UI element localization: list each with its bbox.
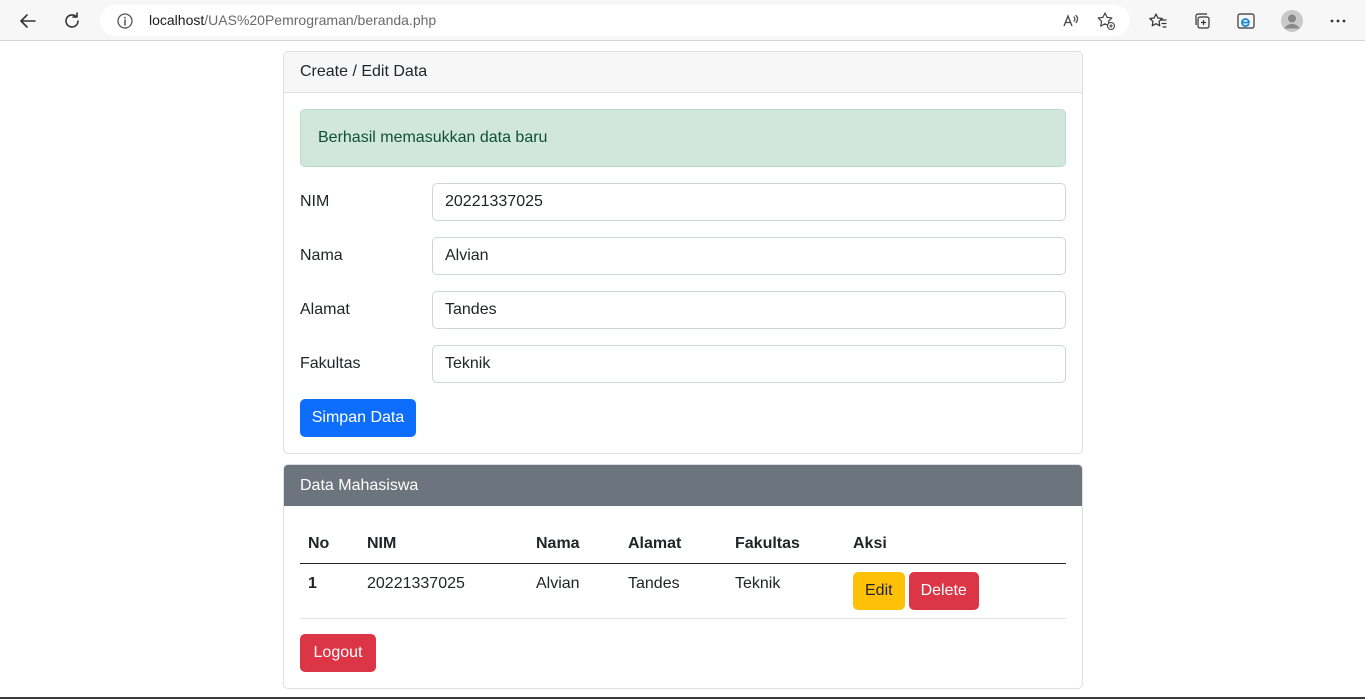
nim-input[interactable] (432, 183, 1066, 221)
cell-nim: 20221337025 (359, 563, 528, 619)
back-icon[interactable] (14, 7, 42, 35)
edit-button[interactable]: Edit (853, 571, 905, 610)
alamat-label: Alamat (300, 301, 350, 318)
delete-button[interactable]: Delete (908, 571, 979, 610)
alamat-input[interactable] (432, 291, 1066, 329)
internet-explorer-mode-icon[interactable] (1234, 9, 1258, 33)
column-header-fakultas: Fakultas (727, 526, 845, 564)
data-mahasiswa-header: Data Mahasiswa (284, 465, 1082, 506)
nim-label: NIM (300, 193, 330, 210)
fakultas-row: Fakultas (300, 345, 1066, 383)
url-host: localhost (149, 12, 205, 28)
table-header-row: No NIM Nama Alamat Fakultas Aksi (300, 526, 1066, 564)
mahasiswa-table: No NIM Nama Alamat Fakultas Aksi 1 20221… (300, 526, 1066, 619)
nama-input[interactable] (432, 237, 1066, 275)
cell-alamat: Tandes (620, 563, 727, 619)
nama-label: Nama (300, 247, 343, 264)
alamat-row: Alamat (300, 291, 1066, 329)
success-alert: Berhasil memasukkan data baru (300, 109, 1066, 167)
cell-aksi: Edit Delete (845, 563, 1066, 619)
cell-nama: Alvian (528, 563, 620, 619)
favorites-icon[interactable] (1146, 9, 1170, 33)
fakultas-input[interactable] (432, 345, 1066, 383)
nim-row: NIM (300, 183, 1066, 221)
simpan-data-button[interactable]: Simpan Data (300, 399, 416, 437)
url-text: localhost/UAS%20Pemrograman/beranda.php (149, 12, 436, 29)
address-bar[interactable]: localhost/UAS%20Pemrograman/beranda.php (100, 5, 1130, 36)
info-icon[interactable] (116, 12, 134, 30)
cell-fakultas: Teknik (727, 563, 845, 619)
collections-icon[interactable] (1190, 9, 1214, 33)
fakultas-label: Fakultas (300, 355, 361, 372)
refresh-icon[interactable] (58, 7, 86, 35)
create-edit-header: Create / Edit Data (284, 52, 1082, 93)
more-options-icon[interactable] (1326, 9, 1350, 33)
url-path: /UAS%20Pemrograman/beranda.php (204, 12, 437, 28)
data-mahasiswa-card: Data Mahasiswa No NIM Nama Alamat Fakult… (283, 464, 1083, 689)
column-header-aksi: Aksi (845, 526, 1066, 564)
table-row: 1 20221337025 Alvian Tandes Teknik Edit D… (300, 563, 1066, 619)
logout-button[interactable]: Logout (300, 634, 376, 672)
nama-row: Nama (300, 237, 1066, 275)
column-header-no: No (300, 526, 359, 564)
create-edit-card: Create / Edit Data Berhasil memasukkan d… (283, 51, 1083, 454)
column-header-nama: Nama (528, 526, 620, 564)
read-aloud-icon[interactable] (1061, 11, 1081, 31)
profile-avatar-icon[interactable] (1280, 9, 1304, 33)
column-header-nim: NIM (359, 526, 528, 564)
column-header-alamat: Alamat (620, 526, 727, 564)
browser-toolbar: localhost/UAS%20Pemrograman/beranda.php (0, 0, 1365, 41)
cell-no: 1 (300, 563, 359, 619)
add-favorite-icon[interactable] (1096, 11, 1116, 31)
